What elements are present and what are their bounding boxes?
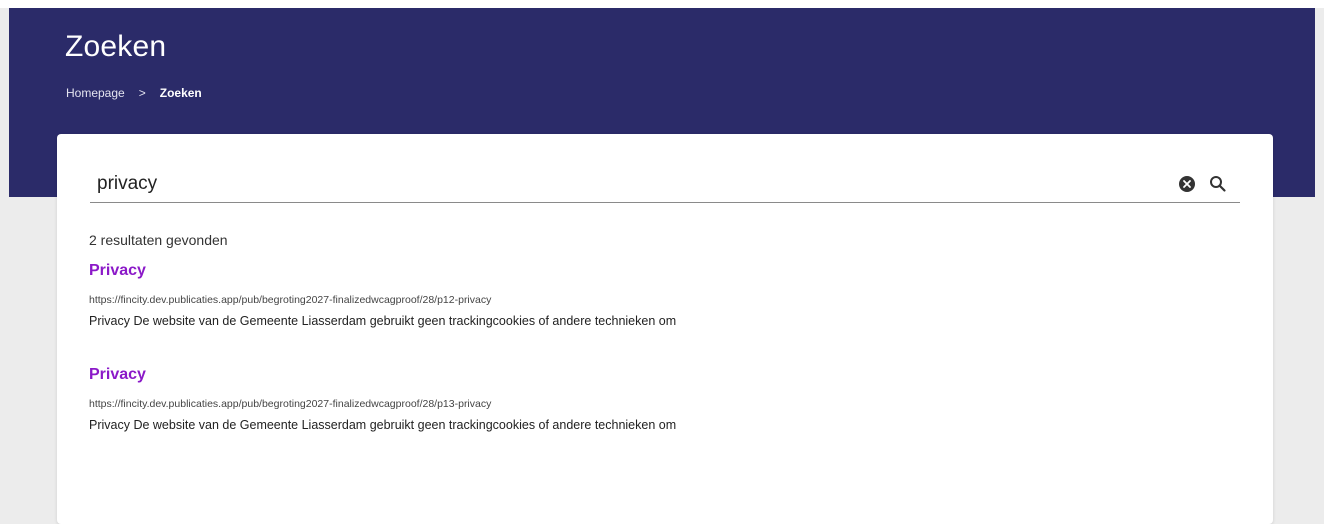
breadcrumb-current: Zoeken bbox=[159, 86, 202, 100]
search-result: Privacy https://fincity.dev.publicaties.… bbox=[89, 364, 1239, 434]
result-snippet: Privacy De website van de Gemeente Liass… bbox=[89, 314, 677, 328]
search-input[interactable] bbox=[90, 168, 1167, 200]
top-strip bbox=[0, 0, 1324, 8]
result-title-link[interactable]: Privacy bbox=[89, 364, 1239, 386]
search-button[interactable] bbox=[1208, 174, 1228, 194]
page-title: Zoeken bbox=[65, 30, 167, 63]
breadcrumb: Homepage > Zoeken bbox=[66, 86, 202, 100]
search-bar bbox=[90, 168, 1240, 203]
search-result: Privacy https://fincity.dev.publicaties.… bbox=[89, 260, 1239, 330]
result-url: https://fincity.dev.publicaties.app/pub/… bbox=[89, 398, 492, 410]
clear-circle-icon bbox=[1179, 176, 1195, 192]
search-icon bbox=[1210, 176, 1226, 192]
breadcrumb-separator: > bbox=[138, 86, 146, 100]
results-count: 2 resultaten gevonden bbox=[89, 232, 228, 248]
result-snippet: Privacy De website van de Gemeente Liass… bbox=[89, 418, 677, 432]
clear-search-button[interactable] bbox=[1178, 175, 1196, 193]
search-card: 2 resultaten gevonden Privacy https://fi… bbox=[57, 134, 1273, 524]
result-url: https://fincity.dev.publicaties.app/pub/… bbox=[89, 294, 492, 306]
result-title-link[interactable]: Privacy bbox=[89, 260, 1239, 282]
breadcrumb-home-link[interactable]: Homepage bbox=[66, 86, 125, 100]
